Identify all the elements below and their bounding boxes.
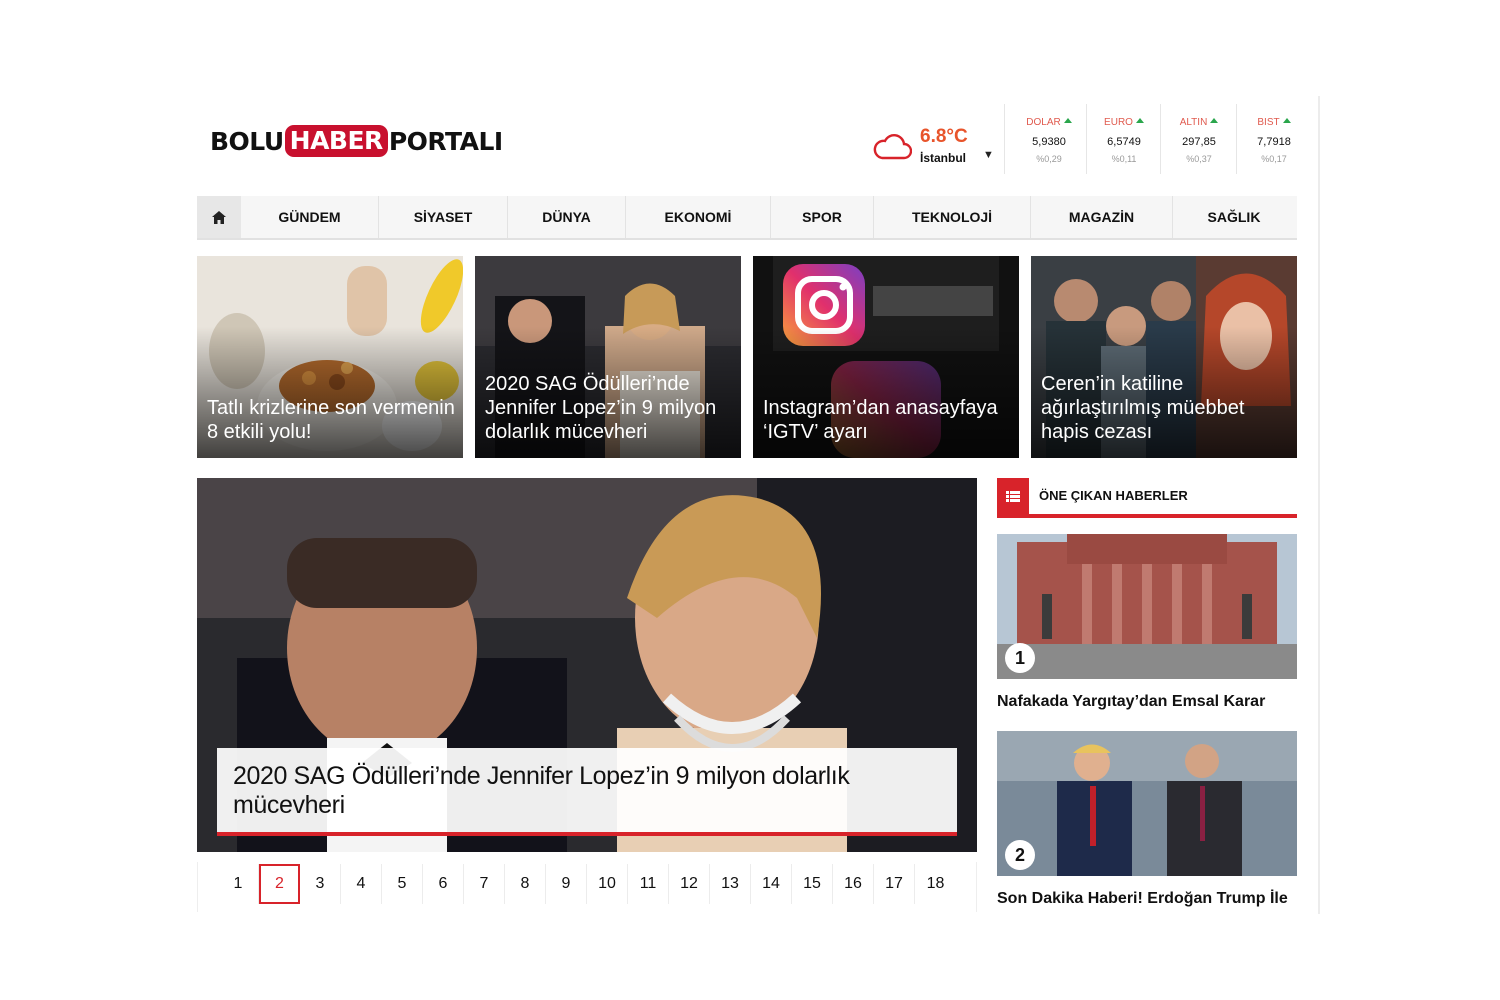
market-value: 297,85 xyxy=(1182,136,1216,148)
page-link[interactable]: 18 xyxy=(915,864,956,904)
nav-item-siyaset[interactable]: SİYASET xyxy=(378,196,507,238)
news-card-title: Ceren’in katiline ağırlaştırılmış müebbe… xyxy=(1041,373,1245,443)
page-link[interactable]: 10 xyxy=(587,864,628,904)
logo-part-1: BOLU xyxy=(210,126,284,156)
market-change: %0,29 xyxy=(1036,154,1062,164)
market-change: %0,11 xyxy=(1111,154,1137,164)
featured-news-thumb: 2 xyxy=(997,731,1297,876)
list-icon xyxy=(997,478,1029,514)
page-link[interactable]: 5 xyxy=(382,864,423,904)
page: BOLU HABER PORTALI 6.8°C İstanbul ▼ DOLA… xyxy=(0,0,1500,1000)
market-change: %0,37 xyxy=(1186,154,1212,164)
market-label: DOLAR xyxy=(1026,117,1061,128)
page-link[interactable]: 8 xyxy=(505,864,546,904)
news-card[interactable]: Instagram’dan anasayfaya ‘IGTV’ ayarı xyxy=(753,256,1019,458)
page-link[interactable]: 17 xyxy=(874,864,915,904)
market-label: EURO xyxy=(1104,117,1133,128)
city-dropdown-icon[interactable]: ▼ xyxy=(983,149,994,161)
nav-item-magazin[interactable]: MAGAZİN xyxy=(1030,196,1172,238)
news-card-title: Instagram’dan anasayfaya ‘IGTV’ ayarı xyxy=(763,397,998,443)
rank-badge: 2 xyxy=(1005,840,1035,870)
page-edge xyxy=(1318,96,1320,914)
headline-caption[interactable]: 2020 SAG Ödülleri’nde Jennifer Lopez’in … xyxy=(217,748,957,836)
weather-city: İstanbul xyxy=(920,151,967,165)
market-ticker-euro[interactable]: EURO 6,5749 %0,11 xyxy=(1094,116,1154,172)
market-ticker-bist[interactable]: BIST 7,7918 %0,17 xyxy=(1244,116,1304,172)
news-card-title: 2020 SAG Ödülleri’nde Jennifer Lopez’in … xyxy=(485,373,717,443)
logo-part-2: HABER xyxy=(284,125,388,157)
headline-title: 2020 SAG Ödülleri’nde Jennifer Lopez’in … xyxy=(233,762,850,819)
trend-up-icon xyxy=(1063,118,1072,123)
nav-item-teknoloji[interactable]: TEKNOLOJİ xyxy=(873,196,1030,238)
featured-news-image xyxy=(997,731,1297,876)
slider-pagination: 1 2 3 4 5 6 7 8 9 10 11 12 13 14 15 16 1… xyxy=(197,862,977,912)
divider xyxy=(1160,104,1161,174)
page-link[interactable]: 7 xyxy=(464,864,505,904)
nav-item-gundem[interactable]: GÜNDEM xyxy=(241,196,378,238)
nav-item-saglik[interactable]: SAĞLIK xyxy=(1172,196,1295,238)
nav-item-spor[interactable]: SPOR xyxy=(770,196,873,238)
page-link[interactable]: 6 xyxy=(423,864,464,904)
featured-news-thumb: 1 xyxy=(997,534,1297,679)
cloud-icon xyxy=(873,134,912,160)
market-label: BIST xyxy=(1257,117,1280,128)
weather-widget[interactable]: 6.8°C İstanbul ▼ xyxy=(872,126,996,166)
trend-up-icon xyxy=(1282,118,1291,123)
divider xyxy=(1004,104,1005,174)
featured-news-item[interactable]: 1 Nafakada Yargıtay’dan Emsal Karar xyxy=(997,534,1297,712)
page-link[interactable]: 1 xyxy=(218,864,259,904)
featured-news-item-title: Nafakada Yargıtay’dan Emsal Karar xyxy=(997,693,1266,710)
market-ticker-dolar[interactable]: DOLAR 5,9380 %0,29 xyxy=(1016,116,1082,172)
market-value: 7,7918 xyxy=(1257,136,1291,148)
page-link[interactable]: 13 xyxy=(710,864,751,904)
market-ticker-altin[interactable]: ALTIN 297,85 %0,37 xyxy=(1168,116,1230,172)
trend-up-icon xyxy=(1135,118,1144,123)
market-label: ALTIN xyxy=(1179,117,1208,128)
site-logo[interactable]: BOLU HABER PORTALI xyxy=(210,124,503,158)
logo-part-3: PORTALI xyxy=(388,126,503,156)
page-link[interactable]: 16 xyxy=(833,864,874,904)
home-icon xyxy=(212,210,226,224)
page-link[interactable]: 4 xyxy=(341,864,382,904)
featured-news-title: ÖNE ÇIKAN HABERLER xyxy=(1039,488,1188,503)
main-nav: GÜNDEM SİYASET DÜNYA EKONOMİ SPOR TEKNOL… xyxy=(197,196,1297,240)
news-card[interactable]: Tatlı krizlerine son vermenin 8 etkili y… xyxy=(197,256,463,458)
news-card[interactable]: Ceren’in katiline ağırlaştırılmış müebbe… xyxy=(1031,256,1297,458)
nav-home[interactable] xyxy=(197,196,241,238)
page-link[interactable]: 9 xyxy=(546,864,587,904)
page-link[interactable]: 15 xyxy=(792,864,833,904)
divider xyxy=(1086,104,1087,174)
market-value: 5,9380 xyxy=(1032,136,1066,148)
nav-item-dunya[interactable]: DÜNYA xyxy=(507,196,625,238)
featured-news-image xyxy=(997,534,1297,679)
market-change: %0,17 xyxy=(1261,154,1287,164)
featured-news-item-title: Son Dakika Haberi! Erdoğan Trump İle xyxy=(997,890,1288,907)
page-link[interactable]: 12 xyxy=(669,864,710,904)
news-card-title: Tatlı krizlerine son vermenin 8 etkili y… xyxy=(207,397,455,443)
news-card[interactable]: 2020 SAG Ödülleri’nde Jennifer Lopez’in … xyxy=(475,256,741,458)
headline-slider[interactable]: 2020 SAG Ödülleri’nde Jennifer Lopez’in … xyxy=(197,478,977,852)
page-link[interactable]: 14 xyxy=(751,864,792,904)
featured-news-item[interactable]: 2 Son Dakika Haberi! Erdoğan Trump İle xyxy=(997,731,1297,909)
featured-news-header: ÖNE ÇIKAN HABERLER xyxy=(997,478,1297,518)
trend-up-icon xyxy=(1210,118,1219,123)
page-link[interactable]: 3 xyxy=(300,864,341,904)
market-value: 6,5749 xyxy=(1107,136,1141,148)
rank-badge: 1 xyxy=(1005,643,1035,673)
page-link-active[interactable]: 2 xyxy=(259,864,300,904)
weather-temperature: 6.8°C xyxy=(920,126,968,147)
page-link[interactable]: 11 xyxy=(628,864,669,904)
nav-item-ekonomi[interactable]: EKONOMİ xyxy=(625,196,770,238)
divider xyxy=(1236,104,1237,174)
